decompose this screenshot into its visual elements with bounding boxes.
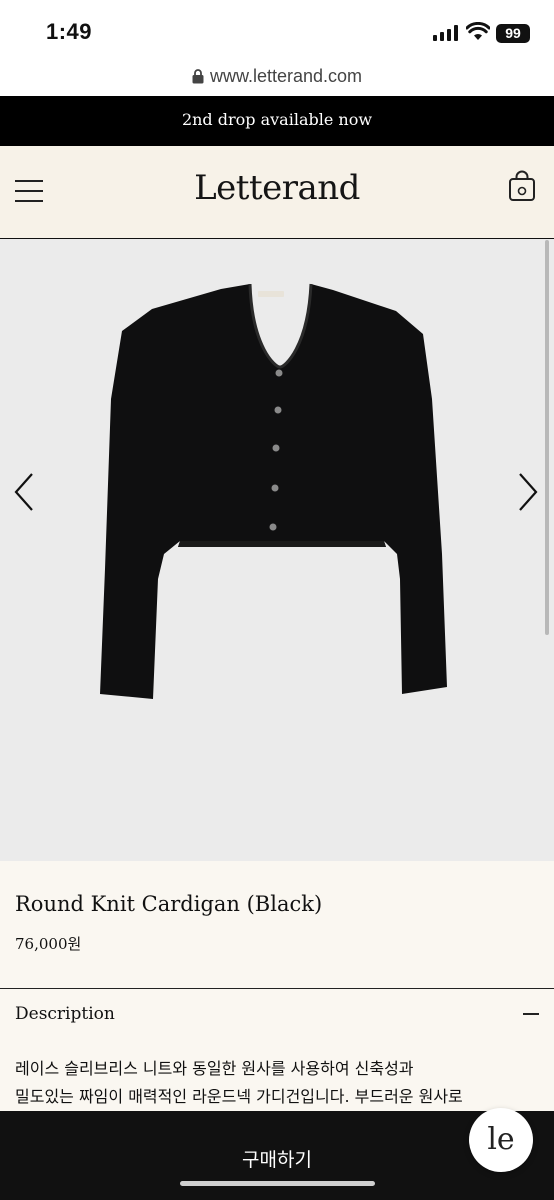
battery-indicator: 99 (496, 24, 530, 43)
product-image[interactable] (0, 239, 554, 861)
description-text: 레이스 슬리브리스 니트와 동일한 원사를 사용하여 신축성과 밀도있는 짜임이… (15, 1055, 535, 1111)
url-text: www.letterand.com (209, 66, 363, 86)
product-title: Round Knit Cardigan (Black) (15, 892, 323, 916)
url-bar[interactable]: www.letterand.com (0, 62, 554, 96)
chat-logo: le (487, 1122, 515, 1157)
chevron-left-icon[interactable] (12, 472, 36, 512)
divider (0, 988, 554, 989)
minus-icon[interactable] (523, 1013, 539, 1015)
wifi-icon (466, 22, 490, 40)
description-line: 밀도있는 짜임이 매력적인 라운드넥 가디건입니다. 부드러운 원사로 (15, 1087, 463, 1106)
chevron-right-icon[interactable] (516, 472, 540, 512)
product-price: 76,000원 (15, 935, 82, 953)
scrollbar[interactable] (545, 240, 549, 635)
lock-icon (192, 69, 204, 84)
site-logo[interactable]: Letterand (0, 168, 554, 208)
chat-button[interactable]: le (469, 1108, 533, 1172)
description-toggle-label[interactable]: Description (15, 1004, 115, 1024)
description-line: 레이스 슬리브리스 니트와 동일한 원사를 사용하여 신축성과 (15, 1059, 414, 1078)
buy-button[interactable]: 구매하기 (0, 1111, 554, 1200)
announcement-banner[interactable]: 2nd drop available now (0, 96, 554, 146)
bag-icon[interactable] (508, 170, 536, 202)
status-bar: 1:49 99 (0, 0, 554, 62)
signal-icon (433, 25, 459, 41)
status-time: 1:49 (46, 19, 93, 44)
garment-label (258, 291, 284, 297)
home-indicator (180, 1181, 375, 1186)
cardigan-illustration (100, 283, 447, 699)
